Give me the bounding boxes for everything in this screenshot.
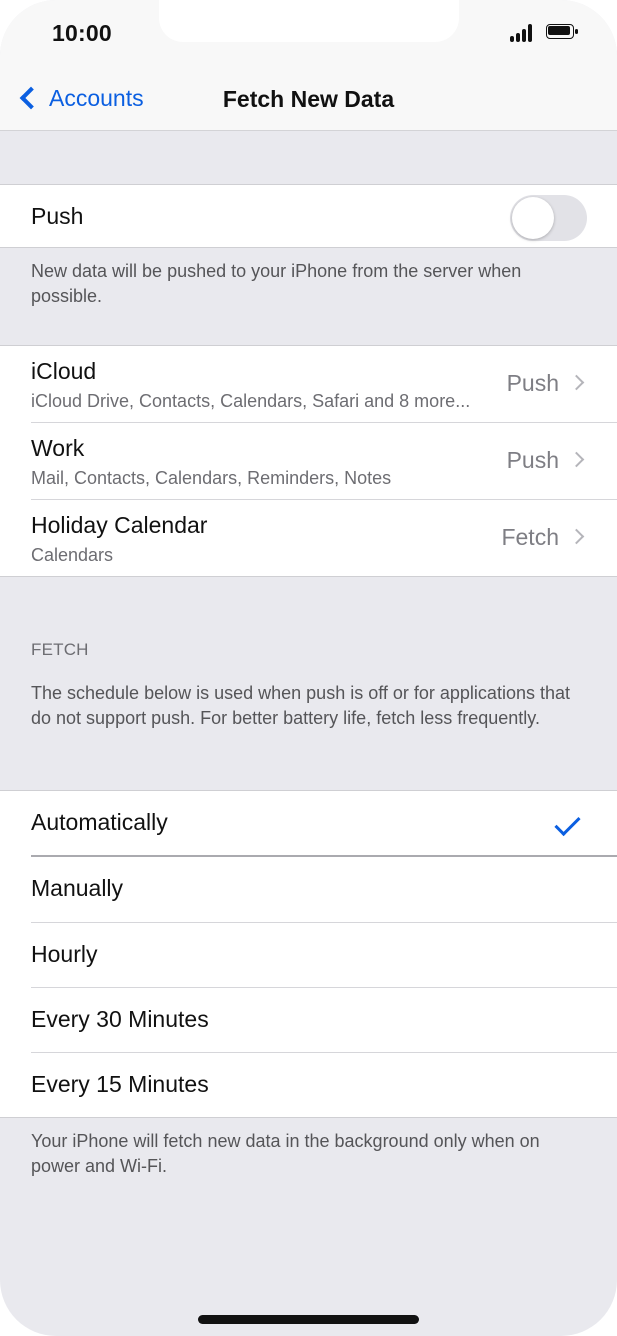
accounts-section: iCloud iCloud Drive, Contacts, Calendars… <box>0 345 617 577</box>
account-subtitle: Calendars <box>31 545 114 565</box>
account-subtitle: Mail, Contacts, Calendars, Reminders, No… <box>31 468 392 488</box>
checkmark-icon <box>554 809 581 837</box>
schedule-option-label: Every 15 Minutes <box>31 1071 209 1097</box>
fetch-mode-value: Push <box>506 447 559 474</box>
page-title: Fetch New Data <box>222 86 395 112</box>
schedule-footer-note: Your iPhone will fetch new data in the b… <box>31 1131 540 1176</box>
cellular-signal-icon <box>510 24 538 42</box>
schedule-option-automatically[interactable]: Automatically <box>0 791 617 857</box>
account-title: Work <box>31 435 85 461</box>
signal-bar-2 <box>516 33 520 42</box>
push-label: Push <box>31 203 84 229</box>
phone-screen: 10:00 Accounts Fetch New Data Push New d… <box>0 0 617 1336</box>
fetch-mode-value: Fetch <box>501 524 559 551</box>
schedule-option-hourly[interactable]: Hourly <box>0 923 617 988</box>
chevron-right-icon <box>568 374 585 391</box>
navigation-bar: Accounts Fetch New Data <box>0 70 617 131</box>
account-row-icloud[interactable]: iCloud iCloud Drive, Contacts, Calendars… <box>0 346 617 423</box>
battery-level <box>548 26 570 35</box>
account-row-holiday-calendar[interactable]: Holiday Calendar Calendars Fetch <box>0 500 617 577</box>
schedule-option-label: Every 30 Minutes <box>31 1006 209 1032</box>
schedule-option-label: Automatically <box>31 809 168 835</box>
signal-bar-1 <box>510 36 514 42</box>
fetch-mode-value: Push <box>506 370 559 397</box>
status-bar: 10:00 <box>0 0 617 70</box>
camera-notch <box>159 0 459 42</box>
schedule-option-every-15-minutes[interactable]: Every 15 Minutes <box>0 1053 617 1119</box>
status-time: 10:00 <box>52 20 112 46</box>
home-indicator <box>198 1315 419 1324</box>
battery-cap <box>575 29 578 34</box>
signal-bar-4 <box>528 24 532 42</box>
schedule-option-label: Manually <box>31 875 124 901</box>
account-title: iCloud <box>31 358 97 384</box>
signal-bar-3 <box>522 29 526 42</box>
schedule-option-label: Hourly <box>31 941 98 967</box>
push-description: New data will be pushed to your iPhone f… <box>31 261 522 306</box>
push-toggle[interactable] <box>510 195 587 241</box>
battery-icon <box>546 24 580 41</box>
push-setting-row: Push <box>0 184 617 248</box>
account-title: Holiday Calendar <box>31 512 208 538</box>
chevron-right-icon <box>568 451 585 468</box>
schedule-option-manually[interactable]: Manually <box>0 857 617 923</box>
fetch-description: The schedule below is used when push is … <box>31 683 570 728</box>
schedule-option-every-30-minutes[interactable]: Every 30 Minutes <box>0 988 617 1053</box>
fetch-section-header: FETCH <box>31 640 89 659</box>
account-row-work[interactable]: Work Mail, Contacts, Calendars, Reminder… <box>0 423 617 500</box>
account-subtitle: iCloud Drive, Contacts, Calendars, Safar… <box>31 391 471 411</box>
toggle-knob <box>512 197 554 239</box>
fetch-schedule-section: Automatically Manually Hourly Every 30 M… <box>0 790 617 1118</box>
chevron-right-icon <box>568 528 585 545</box>
